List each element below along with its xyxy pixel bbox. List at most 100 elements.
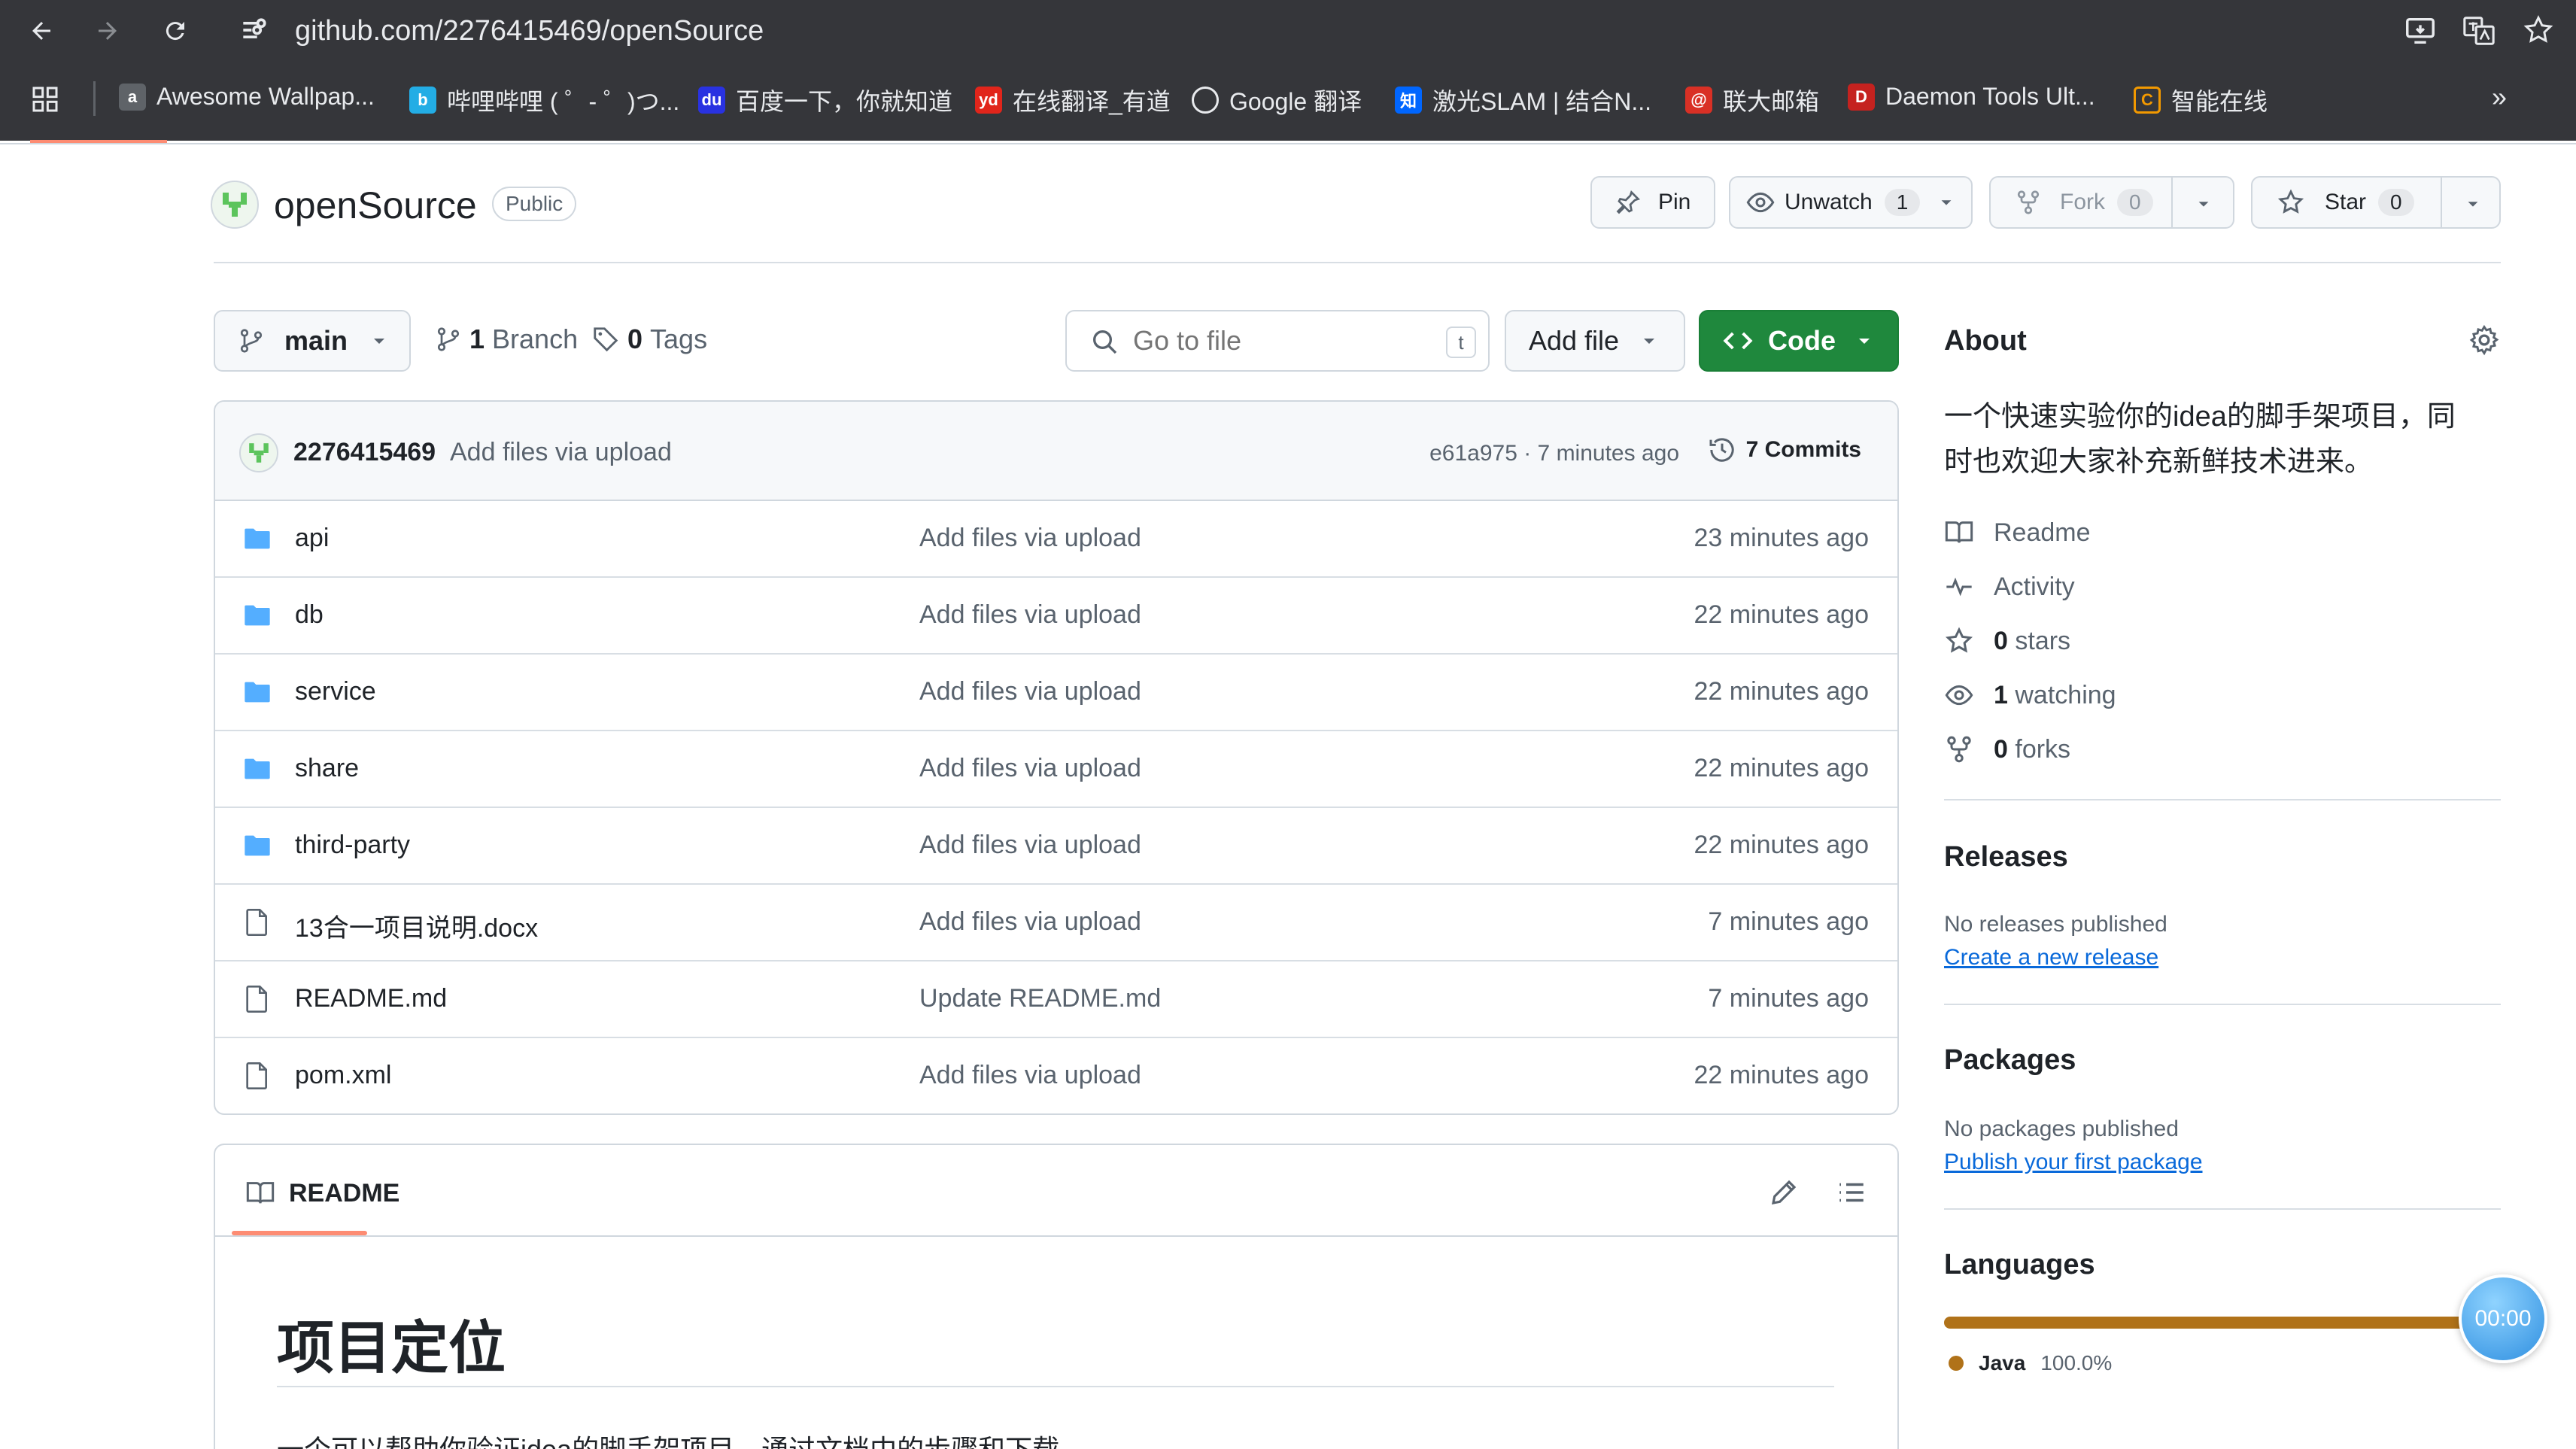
file-commit-message[interactable]: Add files via upload [919,524,1141,553]
bookmark-item[interactable]: b 哔哩哔哩 ( ゜- ゜)つ... [409,83,679,117]
site-settings-icon[interactable] [238,14,271,47]
file-commit-message[interactable]: Add files via upload [919,600,1141,630]
floating-timer-widget[interactable]: 00:00 [2459,1274,2547,1363]
file-row[interactable]: pom.xml Add files via upload 22 minutes ag… [215,1038,1897,1113]
bookmark-item[interactable]: D Daemon Tools Ult... [1848,83,2095,111]
file-row[interactable]: README.md Update README.md 7 minutes ago [215,961,1897,1038]
gear-icon[interactable] [2468,324,2501,357]
book-icon [246,1182,275,1204]
commit-message[interactable]: Add files via upload [450,438,672,467]
readme-tab[interactable]: README [245,1178,399,1208]
file-name-link[interactable]: third-party [295,831,410,860]
code-icon [1723,332,1753,350]
code-label: Code [1768,325,1836,356]
watching-link[interactable]: 1 watching [1944,680,2116,710]
go-to-file-input[interactable] [1133,320,1419,361]
unwatch-button[interactable]: Unwatch 1 [1729,176,1973,229]
branches-label: Branch [492,324,579,354]
language-item-java[interactable]: Java 100.0% [1949,1351,2112,1375]
folder-icon [242,524,272,554]
stars-link[interactable]: 0 stars [1944,626,2070,656]
latest-commit-row: 2276415469 Add files via upload e61a975 … [215,402,1897,501]
tags-link[interactable]: 0 Tags [591,324,707,355]
file-row[interactable]: api Add files via upload 23 minutes ago [215,501,1897,578]
stars-count: 0 [1994,626,2008,655]
code-button[interactable]: Code [1699,310,1899,372]
fork-button[interactable]: Fork 0 [1989,176,2234,229]
url-text[interactable]: github.com/2276415469/openSource [295,14,764,48]
forward-arrow-icon [99,22,117,40]
watching-label: watching [2015,680,2116,709]
file-commit-message[interactable]: Add files via upload [919,677,1141,706]
publish-package-link[interactable]: Publish your first package [1944,1150,2203,1175]
bookmark-item[interactable]: du 百度一下，你就知道 [698,83,952,117]
about-description-line: 时也欢迎大家补充新鲜技术进来。 [1944,446,2374,478]
releases-title[interactable]: Releases [1944,841,2068,873]
repo-name[interactable]: openSource [274,184,477,227]
pulse-icon [1946,577,1972,597]
bookmark-label: 哔哩哔哩 ( ゜- ゜)つ... [447,88,680,115]
more-bookmarks-icon[interactable]: » [2492,81,2507,113]
bookmark-item[interactable]: a Awesome Wallpap... [119,83,375,111]
file-commit-message[interactable]: Add files via upload [919,831,1141,860]
branch-selector[interactable]: main [214,310,411,372]
file-commit-message[interactable]: Add files via upload [919,754,1141,783]
edit-pencil-icon[interactable] [1768,1177,1800,1208]
translate-icon[interactable] [2462,14,2496,48]
file-commit-message[interactable]: Update README.md [919,984,1161,1013]
file-name-link[interactable]: 13合一项目说明.docx [295,907,538,944]
bookmark-item[interactable]: 知 激光SLAM | 结合N... [1395,83,1651,117]
back-button[interactable] [23,12,60,50]
commit-hash-time[interactable]: e61a975 · 7 minutes ago [1429,441,1679,466]
chevron-down-icon[interactable] [1938,194,1955,211]
file-name-link[interactable]: api [295,524,329,553]
unwatch-label: Unwatch [1785,190,1873,214]
file-commit-time: 7 minutes ago [1708,984,1869,1013]
forks-link[interactable]: 0 forks [1944,734,2070,764]
readme-header [215,1145,1897,1237]
identicon-icon [223,193,247,217]
readme-link[interactable]: Readme [1944,518,2091,548]
file-row[interactable]: db Add files via upload 22 minutes ago [215,578,1897,655]
chevron-down-icon[interactable] [2465,196,2481,212]
file-name-link[interactable]: README.md [295,984,447,1013]
chevron-down-icon[interactable] [2195,196,2212,212]
file-row[interactable]: share Add files via upload 22 minutes ago [215,731,1897,808]
owner-avatar[interactable] [211,181,259,229]
activity-label: Activity [1994,572,2075,601]
create-release-link[interactable]: Create a new release [1944,945,2158,971]
language-percent: 100.0% [2040,1351,2113,1375]
file-name-link[interactable]: db [295,600,324,630]
file-name-link[interactable]: share [295,754,359,783]
bookmark-item[interactable]: yd 在线翻译_有道 [975,83,1171,117]
eye-icon [1945,685,1973,706]
file-name-link[interactable]: pom.xml [295,1061,391,1090]
file-row[interactable]: 13合一项目说明.docx Add files via upload 7 minut… [215,885,1897,961]
activity-link[interactable]: Activity [1944,572,2075,602]
outline-list-icon[interactable] [1836,1177,1867,1208]
file-commit-message[interactable]: Add files via upload [919,907,1141,937]
branches-link[interactable]: 1 Branch [435,324,578,355]
go-to-file-search[interactable]: t [1065,310,1490,372]
file-row[interactable]: third-party Add files via upload 22 minute… [215,808,1897,885]
search-icon [1093,330,1117,354]
install-app-icon[interactable] [2403,14,2438,48]
folder-icon [242,600,272,630]
reload-button[interactable] [156,12,194,50]
commit-author[interactable]: 2276415469 [293,438,436,467]
pin-button[interactable]: Pin [1590,176,1715,229]
bookmark-item[interactable]: C 智能在线 [2134,83,2268,117]
file-row[interactable]: service Add files via upload 22 minutes ag… [215,655,1897,731]
star-button[interactable]: Star 0 [2251,176,2501,229]
author-avatar[interactable] [239,433,278,472]
bookmark-item[interactable]: @ 联大邮箱 [1685,83,1819,117]
forward-button[interactable] [89,12,126,50]
file-name-link[interactable]: service [295,677,376,706]
language-bar [1944,1317,2501,1329]
add-file-button[interactable]: Add file [1505,310,1685,372]
file-commit-message[interactable]: Add files via upload [919,1061,1141,1090]
bookmark-item[interactable]: Google 翻译 [1192,83,1362,117]
bookmark-star-icon[interactable] [2522,14,2555,47]
packages-title[interactable]: Packages [1944,1044,2076,1077]
commits-link[interactable]: 7 Commits [1707,435,1861,465]
